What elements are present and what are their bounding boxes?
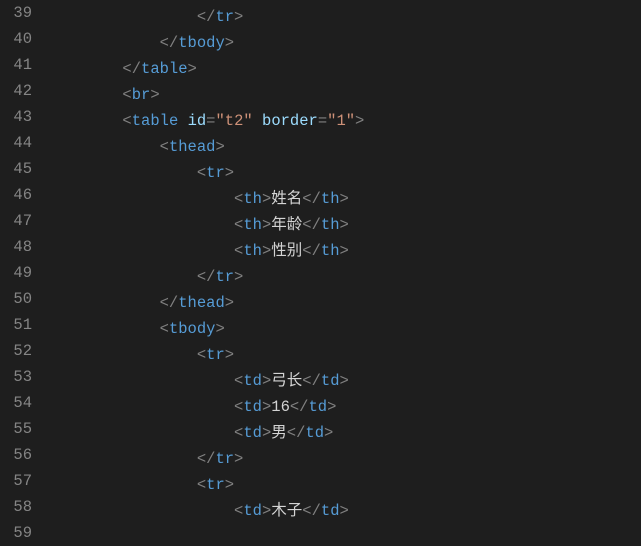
- code-line[interactable]: </thead>: [48, 290, 641, 316]
- line-number: 59: [0, 520, 32, 546]
- line-number: 41: [0, 52, 32, 78]
- code-line[interactable]: </tr>: [48, 4, 641, 30]
- line-number-gutter: 3940414243444546474849505152535455565758…: [0, 0, 48, 529]
- line-number: 46: [0, 182, 32, 208]
- code-line[interactable]: <tr>: [48, 342, 641, 368]
- code-line[interactable]: <td>木子</td>: [48, 498, 641, 524]
- code-line[interactable]: <br>: [48, 82, 641, 108]
- code-line[interactable]: <tr>: [48, 472, 641, 498]
- line-number: 48: [0, 234, 32, 260]
- code-line[interactable]: <td>男</td>: [48, 420, 641, 446]
- code-line[interactable]: <tr>: [48, 160, 641, 186]
- line-number: 54: [0, 390, 32, 416]
- line-number: 58: [0, 494, 32, 520]
- code-line[interactable]: </tbody>: [48, 30, 641, 56]
- code-line[interactable]: <td>弓长</td>: [48, 368, 641, 394]
- code-editor[interactable]: 3940414243444546474849505152535455565758…: [0, 0, 641, 529]
- line-number: 49: [0, 260, 32, 286]
- line-number: 40: [0, 26, 32, 52]
- line-number: 51: [0, 312, 32, 338]
- code-line[interactable]: <tbody>: [48, 316, 641, 342]
- line-number: 44: [0, 130, 32, 156]
- code-line[interactable]: <thead>: [48, 134, 641, 160]
- line-number: 43: [0, 104, 32, 130]
- line-number: 53: [0, 364, 32, 390]
- line-number: 55: [0, 416, 32, 442]
- code-area[interactable]: <td>汉</td> </tr> </tbody> </table> <br> …: [48, 0, 641, 529]
- code-line[interactable]: </tr>: [48, 446, 641, 472]
- code-line[interactable]: <th>年龄</th>: [48, 212, 641, 238]
- line-number: 39: [0, 0, 32, 26]
- line-number: 57: [0, 468, 32, 494]
- line-number: 52: [0, 338, 32, 364]
- code-line[interactable]: </tr>: [48, 264, 641, 290]
- line-number: 56: [0, 442, 32, 468]
- code-line[interactable]: <th>姓名</th>: [48, 186, 641, 212]
- line-number: 47: [0, 208, 32, 234]
- code-line[interactable]: <table id="t2" border="1">: [48, 108, 641, 134]
- line-number: 50: [0, 286, 32, 312]
- code-line[interactable]: <th>性别</th>: [48, 238, 641, 264]
- code-line[interactable]: </table>: [48, 56, 641, 82]
- code-line[interactable]: <td>16</td>: [48, 394, 641, 420]
- line-number: 45: [0, 156, 32, 182]
- line-number: 42: [0, 78, 32, 104]
